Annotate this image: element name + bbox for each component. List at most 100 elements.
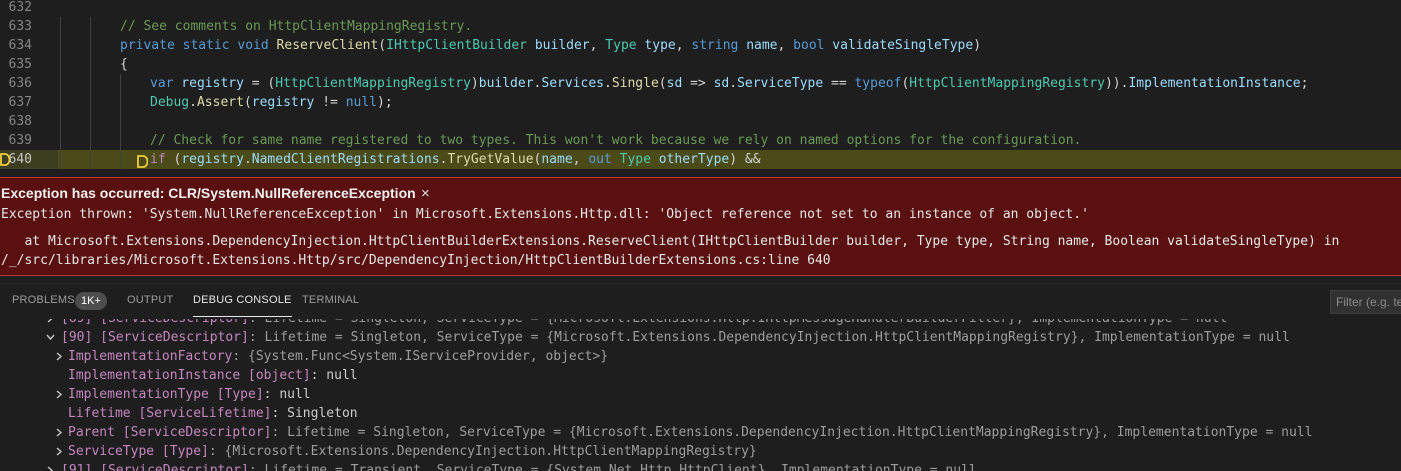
tree-row[interactable]: [89] [ServiceDescriptor]: Lifetime = Sin… (0, 319, 1401, 328)
code-token: )). (1104, 76, 1129, 91)
tree-row[interactable]: ImplementationType [Type]: null (0, 385, 1401, 404)
code-token: , (589, 38, 606, 53)
chevron-right-icon[interactable] (46, 466, 54, 471)
code-token: null (345, 95, 378, 110)
line-number[interactable]: 633 (0, 17, 58, 36)
code-token: . (604, 76, 612, 91)
code-text: Debug.Assert(registry != null); (150, 93, 393, 112)
code-token: , (572, 152, 589, 167)
line-number[interactable]: 637 (0, 93, 58, 112)
indent-guide (120, 74, 121, 93)
tree-row[interactable]: ServiceType [Type]: {Microsoft.Extension… (0, 442, 1401, 461)
indent-guide (90, 36, 91, 55)
code-token: NamedClientRegistrations (251, 152, 440, 167)
code-token: name (541, 152, 573, 167)
chevron-right-icon[interactable] (55, 428, 63, 437)
tree-row-token: [90] [ServiceDescriptor] (61, 330, 249, 345)
code-token: Assert (196, 95, 244, 110)
code-token: == (823, 76, 855, 91)
code-editor[interactable]: 632 633 // See comments on HttpClientMappi… (0, 0, 1401, 177)
debug-console-output: [89] [ServiceDescriptor]: Lifetime = Sin… (0, 319, 1401, 471)
line-number[interactable]: 635 (0, 55, 58, 74)
code-line[interactable]: 638 (0, 112, 1401, 131)
code-token: TryGetValue (447, 152, 534, 167)
panel-tab-bar: PROBLEMS 1K+ OUTPUT DEBUG CONSOLE TERMIN… (0, 283, 1401, 320)
exception-title: Exception has occurred: CLR/System.NullR… (1, 185, 416, 201)
code-token: // See comments on HttpClientMappingRegi… (120, 19, 473, 34)
indent-guide (60, 55, 61, 74)
code-token: ( (658, 76, 667, 91)
code-token: ImplementationInstance (1128, 76, 1301, 91)
code-token: ( (165, 152, 182, 167)
tree-row-token: : Lifetime = Singleton, ServiceType = {M… (249, 319, 1227, 326)
tab-output[interactable]: OUTPUT (127, 294, 173, 306)
tree-row-text: ImplementationInstance [object]: null (68, 366, 358, 385)
code-line[interactable]: 634 private static void ReserveClient(IHt… (0, 36, 1401, 55)
code-token: type (636, 38, 676, 53)
breakpoint-paused-icon[interactable] (0, 153, 11, 172)
tree-row[interactable]: [90] [ServiceDescriptor]: Lifetime = Sin… (0, 328, 1401, 347)
code-token: // Check for same name registered to two… (150, 133, 1082, 148)
code-line[interactable]: 637 Debug.Assert(registry != null); (0, 93, 1401, 112)
line-number[interactable]: 639 (0, 131, 58, 150)
tree-row-token: : Lifetime = Transient, ServiceType = {S… (248, 463, 977, 471)
code-token: registry (173, 76, 244, 91)
code-token: ServiceType (737, 76, 824, 91)
code-line[interactable]: 633 // See comments on HttpClientMappingR… (0, 17, 1401, 36)
indent-guide (60, 36, 61, 55)
line-number[interactable]: 634 (0, 36, 58, 55)
chevron-down-icon[interactable] (46, 333, 55, 341)
code-token: Type (619, 152, 651, 167)
code-token: sd (713, 76, 730, 91)
line-number-text: 632 (8, 0, 32, 15)
code-line[interactable]: 632 (0, 0, 1401, 17)
indent-guide (120, 93, 121, 112)
tree-row[interactable]: ImplementationFactory: {System.Func<Syst… (0, 347, 1401, 366)
chevron-right-icon[interactable] (55, 390, 63, 399)
tree-row-text: Parent [ServiceDescriptor]: Lifetime = S… (68, 423, 1312, 442)
code-token: . (729, 76, 738, 91)
code-text: var registry = (HttpClientMappingRegistr… (150, 74, 1308, 93)
line-number[interactable]: 638 (0, 112, 58, 131)
tree-row[interactable]: ImplementationInstance [object]: null (0, 366, 1401, 385)
chevron-right-icon[interactable] (55, 447, 63, 456)
chevron-right-icon[interactable] (55, 352, 63, 361)
line-number-text: 638 (8, 114, 32, 129)
tree-row[interactable]: Parent [ServiceDescriptor]: Lifetime = S… (0, 423, 1401, 442)
chevron-right-icon[interactable] (46, 319, 54, 323)
code-token: . (243, 152, 252, 167)
code-token: name (738, 38, 778, 53)
code-token: private static void (120, 38, 277, 53)
line-number-text: 635 (8, 57, 32, 72)
code-token: ( (378, 38, 387, 53)
code-line[interactable]: 636 var registry = (HttpClientMappingRegi… (0, 74, 1401, 93)
close-icon[interactable]: × (421, 185, 430, 202)
current-execution-line[interactable]: 640 if (registry.NamedClientRegistrations… (0, 150, 1401, 169)
tree-row-token: : Singleton (271, 406, 358, 421)
tree-row[interactable]: [91] [ServiceDescriptor]: Lifetime = Tra… (0, 461, 1401, 471)
indent-guide (90, 131, 91, 150)
tab-problems[interactable]: PROBLEMS (12, 294, 75, 306)
code-token: registry (181, 152, 244, 167)
line-number[interactable]: 632 (0, 0, 58, 17)
tab-debug-console[interactable]: DEBUG CONSOLE (193, 294, 292, 317)
tree-row-text: [90] [ServiceDescriptor]: Lifetime = Sin… (61, 328, 1290, 347)
tree-row-text: [89] [ServiceDescriptor]: Lifetime = Sin… (61, 319, 1227, 328)
line-number-text: 634 (8, 38, 32, 53)
exception-widget: Exception has occurred: CLR/System.NullR… (0, 177, 1401, 276)
tab-terminal[interactable]: TERMINAL (302, 294, 359, 306)
indent-guide (90, 112, 91, 131)
line-number[interactable]: 640 (0, 150, 58, 169)
code-token: if (150, 152, 166, 167)
tree-row[interactable]: Lifetime [ServiceLifetime]: Singleton (0, 404, 1401, 423)
tree-row-token: ServiceType [Type] (68, 444, 209, 459)
filter-input[interactable] (1330, 290, 1401, 314)
line-number-text: 640 (8, 152, 32, 167)
line-number[interactable]: 636 (0, 74, 58, 93)
code-line[interactable]: 635 { (0, 55, 1401, 74)
tree-row-token: : Lifetime = Singleton, ServiceType = {M… (248, 330, 1290, 345)
code-token: builder (527, 38, 590, 53)
code-line[interactable]: 639 // Check for same name registered to … (0, 131, 1401, 150)
code-token: Type (605, 38, 637, 53)
code-token: . (189, 95, 197, 110)
